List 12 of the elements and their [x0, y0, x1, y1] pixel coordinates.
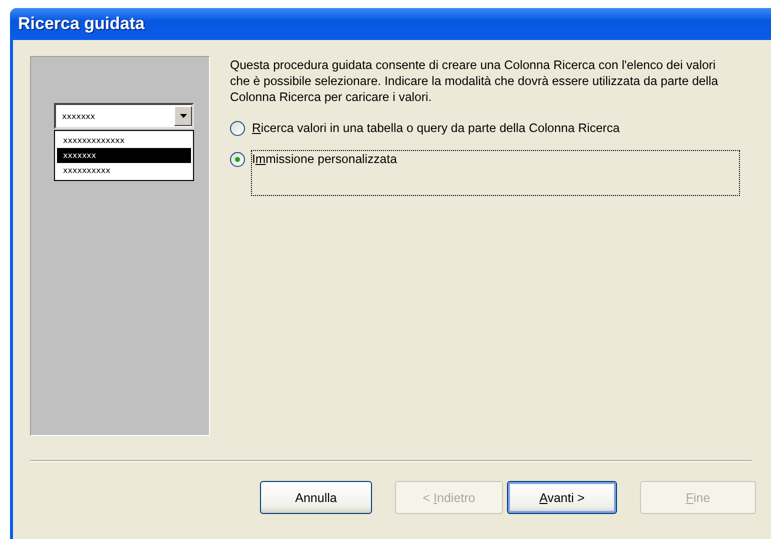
dialog-button[interactable]: Annulla — [260, 481, 372, 514]
window-title: Ricerca guidata — [18, 14, 145, 34]
list-item: xxxxxxx — [57, 148, 191, 163]
radio-button[interactable] — [230, 121, 245, 136]
dialog-button[interactable]: Avanti > — [507, 481, 617, 514]
option-label[interactable]: Immissione personalizzata — [251, 150, 740, 196]
option-label[interactable]: Ricerca valori in una tabella o query da parte della Colonna Ricerca — [251, 119, 723, 137]
list-item: xxxxxxxxxxxxx — [62, 135, 126, 147]
list-item: xxxxxxxxxx — [62, 165, 112, 177]
combo-value: xxxxxxx — [62, 112, 96, 120]
description-text: Questa procedura guidata consente di creare una Colonna Ricerca con l'elenco dei valori che è possibile selezionare. Indicare la modalità che dovrà essere utilizzata da parte della Colonna Ricerca per caricare i valori. — [230, 57, 720, 105]
radio-button[interactable] — [230, 152, 245, 167]
